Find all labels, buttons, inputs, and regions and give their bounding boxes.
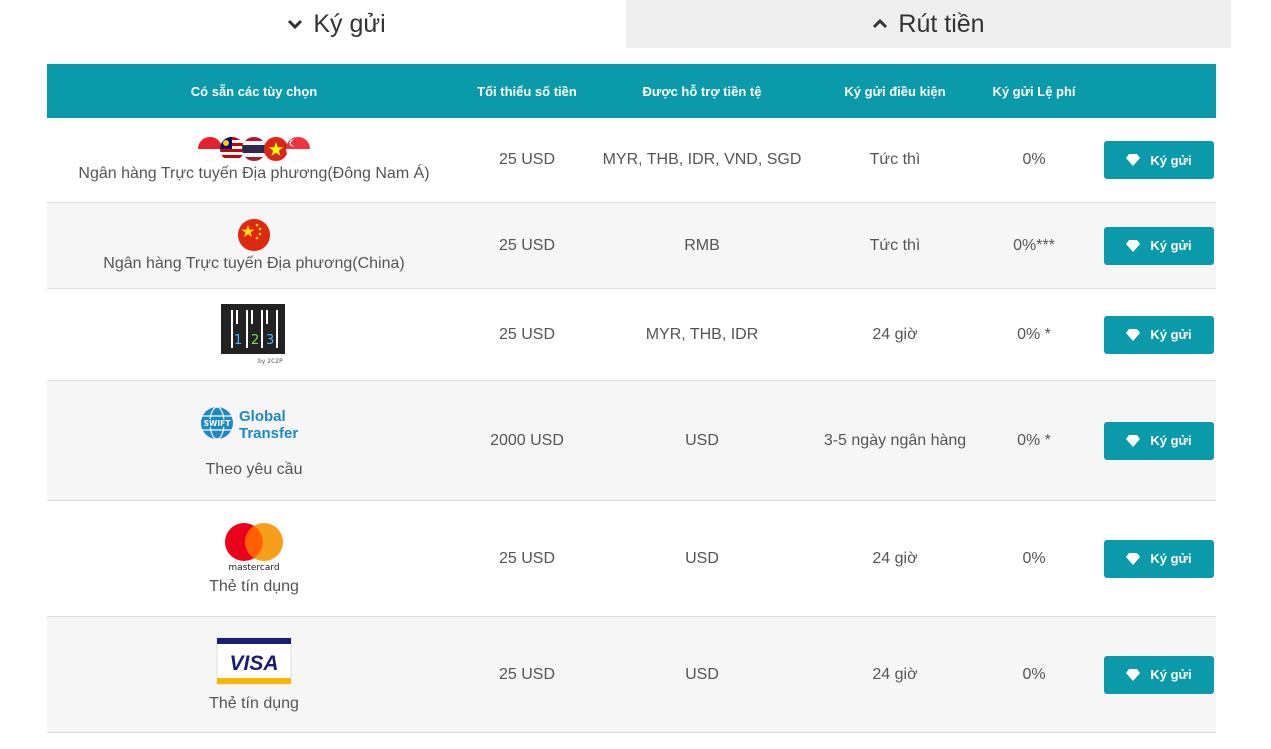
deposit-button[interactable]: Ký gửi xyxy=(1103,539,1214,578)
payment-method-label: Ngân hàng Trực tuyến Địa phương(China) xyxy=(103,254,405,272)
payment-method-label: Ngân hàng Trực tuyến Địa phương(Đông Nam… xyxy=(78,165,430,182)
fee: 0% * xyxy=(1017,431,1051,449)
mastercard-logo-text: mastercard xyxy=(228,563,279,572)
svg-text:3: 3 xyxy=(266,333,274,348)
min-amount: 25 USD xyxy=(498,325,556,343)
svg-text:1: 1 xyxy=(234,333,242,348)
deposit-button[interactable]: Ký gửi xyxy=(1103,421,1214,460)
table-row: 1 2 3 by 2C2P 25 USD MYR, THB, IDR 24 gi… xyxy=(47,289,1216,381)
visa-logo-text: VISA xyxy=(229,652,278,675)
svg-text:2: 2 xyxy=(251,333,259,348)
deposit-button[interactable]: Ký gửi xyxy=(1103,226,1214,265)
min-amount: 25 USD xyxy=(498,236,556,254)
transfer-logo-text: Transfer xyxy=(239,425,298,442)
currencies: USD xyxy=(685,665,719,683)
tab-deposit[interactable]: Ký gửi xyxy=(47,0,626,48)
deposit-button-label: Ký gửi xyxy=(1150,152,1192,168)
fee: 0% xyxy=(1022,665,1046,683)
malaysia-flag-icon xyxy=(220,137,244,161)
2c2p-logo-text: by 2C2P xyxy=(258,358,283,365)
min-amount: 25 USD xyxy=(498,549,556,567)
payment-method-label: Thẻ tín dụng xyxy=(209,694,299,712)
header-min-amount: Tối thiểu số tiền xyxy=(477,83,577,99)
payment-method-label: Thẻ tín dụng xyxy=(209,577,299,595)
payment-method: Ngân hàng Trực tuyến Địa phương(Đông Nam… xyxy=(47,137,461,183)
tab-deposit-label: Ký gửi xyxy=(313,9,386,38)
diamond-icon xyxy=(1126,552,1141,565)
deposit-button[interactable]: Ký gửi xyxy=(1103,315,1214,354)
deposit-options-table: Có sẵn các tùy chọn Tối thiểu số tiền Đư… xyxy=(47,64,1216,733)
payment-method: SWIFT Global Transfer Theo yêu cầu xyxy=(47,403,461,479)
condition: 24 giờ xyxy=(872,549,918,567)
chevron-down-icon xyxy=(287,18,303,30)
payment-method: Ngân hàng Trực tuyến Địa phương(China) xyxy=(47,218,461,273)
diamond-icon xyxy=(1126,154,1141,166)
payment-method: 1 2 3 by 2C2P xyxy=(47,303,461,366)
diamond-icon xyxy=(1126,668,1141,681)
min-amount: 25 USD xyxy=(498,151,556,168)
currencies: RMB xyxy=(684,236,720,254)
swift-logo-text: SWIFT xyxy=(204,419,232,428)
condition: 3-5 ngày ngân hàng xyxy=(823,431,967,449)
table-row: Ngân hàng Trực tuyến Địa phương(China) 2… xyxy=(47,203,1216,289)
global-logo-text: Global xyxy=(239,408,286,425)
vietnam-flag-icon xyxy=(264,137,288,161)
mastercard-logo: mastercard xyxy=(225,522,283,572)
table-row: Ngân hàng Trực tuyến Địa phương(Đông Nam… xyxy=(47,118,1216,203)
min-amount: 2000 USD xyxy=(490,431,564,449)
swift-global-transfer-logo: SWIFT Global Transfer xyxy=(201,405,298,442)
header-options: Có sẵn các tùy chọn xyxy=(190,83,318,99)
visa-logo: VISA xyxy=(216,637,292,684)
deposit-button-label: Ký gửi xyxy=(1150,551,1192,566)
indonesia-flag-icon xyxy=(198,137,222,161)
currencies: USD xyxy=(685,431,719,449)
diamond-icon xyxy=(1126,239,1141,252)
header-condition: Ký gửi điều kiện xyxy=(844,83,946,99)
deposit-button-label: Ký gửi xyxy=(1150,238,1192,253)
table-row: SWIFT Global Transfer Theo yêu cầu 2000 … xyxy=(47,381,1216,501)
table-header: Có sẵn các tùy chọn Tối thiểu số tiền Đư… xyxy=(47,64,1216,118)
condition: 24 giờ xyxy=(872,325,918,343)
table-row: mastercard Thẻ tín dụng 25 USD USD 24 gi… xyxy=(47,501,1216,617)
payment-method-label: Theo yêu cầu xyxy=(205,460,303,478)
currencies: MYR, THB, IDR xyxy=(645,325,759,343)
payment-method: mastercard Thẻ tín dụng xyxy=(47,522,461,596)
123-by-2c2p-logo: 1 2 3 by 2C2P xyxy=(221,303,285,365)
fee: 0% xyxy=(1022,549,1046,567)
condition: Tức thì xyxy=(869,151,921,168)
deposit-button[interactable]: Ký gửi xyxy=(1103,655,1214,694)
fee: 0%*** xyxy=(1013,236,1055,254)
deposit-button[interactable]: Ký gửi xyxy=(1103,141,1214,179)
currencies: USD xyxy=(685,549,719,567)
tab-withdraw-label: Rút tiền xyxy=(898,9,985,38)
china-flag-icon xyxy=(238,218,270,251)
singapore-flag-icon xyxy=(286,137,310,161)
deposit-withdraw-tabs: Ký gửi Rút tiền xyxy=(47,0,1231,48)
chevron-up-icon xyxy=(872,18,888,30)
tab-withdraw[interactable]: Rút tiền xyxy=(626,0,1231,48)
header-fee: Ký gửi Lệ phí xyxy=(992,83,1076,99)
deposit-button-label: Ký gửi xyxy=(1150,327,1192,342)
diamond-icon xyxy=(1126,434,1141,447)
sea-flags-icon xyxy=(198,137,310,161)
condition: Tức thì xyxy=(869,236,921,254)
fee: 0% xyxy=(1022,151,1046,168)
diamond-icon xyxy=(1126,328,1141,341)
fee: 0% * xyxy=(1017,325,1051,343)
deposit-button-label: Ký gửi xyxy=(1150,433,1192,448)
deposit-button-label: Ký gửi xyxy=(1150,667,1192,682)
thailand-flag-icon xyxy=(242,137,266,161)
table-row: VISA Thẻ tín dụng 25 USD USD 24 giờ 0% K… xyxy=(47,617,1216,733)
currencies: MYR, THB, IDR, VND, SGD xyxy=(602,151,802,168)
payment-method: VISA Thẻ tín dụng xyxy=(47,637,461,713)
min-amount: 25 USD xyxy=(498,665,556,683)
condition: 24 giờ xyxy=(872,665,918,683)
header-currencies: Được hỗ trợ tiền tệ xyxy=(642,83,762,99)
